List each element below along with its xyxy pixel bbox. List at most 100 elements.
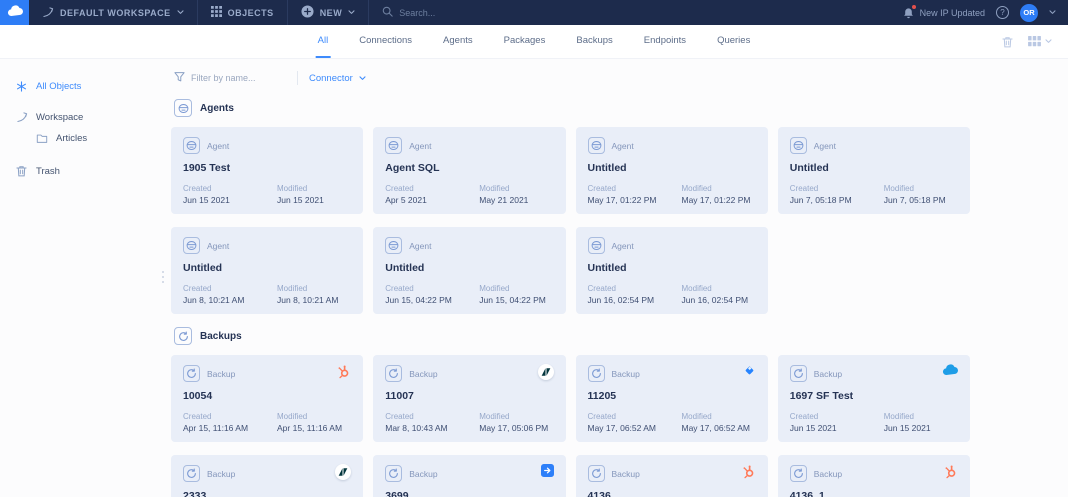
new-menu[interactable]: NEW xyxy=(288,0,369,25)
agent-icon xyxy=(385,137,402,154)
card-dates: CreatedJun 15, 04:22 PMModifiedJun 15, 0… xyxy=(385,284,546,305)
object-tabbar: All Connections Agents Packages Backups Endpo… xyxy=(0,25,1068,59)
card-title: Untitled xyxy=(385,262,553,274)
bell-icon xyxy=(903,7,914,19)
connector-label: Connector xyxy=(309,73,353,84)
card-title: 3699 xyxy=(385,490,553,497)
tab-connections[interactable]: Connections xyxy=(357,25,414,58)
sidebar-item-workspace[interactable]: Workspace xyxy=(0,106,165,128)
object-card[interactable]: AgentUntitledCreatedJun 7, 05:18 PMModif… xyxy=(778,127,970,214)
chevron-down-icon[interactable] xyxy=(1049,10,1056,15)
trash-view-button[interactable] xyxy=(1002,36,1013,48)
tab-packages[interactable]: Packages xyxy=(502,25,548,58)
modified-label: Modified xyxy=(682,284,749,293)
object-card[interactable]: AgentUntitledCreatedJun 16, 02:54 PMModi… xyxy=(576,227,768,314)
object-card[interactable]: Backup11007CreatedMar 8, 10:43 AMModifie… xyxy=(373,355,565,442)
object-card[interactable]: AgentUntitledCreatedMay 17, 01:22 PMModi… xyxy=(576,127,768,214)
card-title: 4136_1 xyxy=(790,490,958,497)
backup-icon xyxy=(790,365,807,382)
modified-value: Apr 15, 11:16 AM xyxy=(277,423,342,433)
created-value: Apr 5 2021 xyxy=(385,195,479,205)
object-card[interactable]: Agent1905 TestCreatedJun 15 2021Modified… xyxy=(171,127,363,214)
trash-icon xyxy=(1002,36,1013,48)
tab-queries[interactable]: Queries xyxy=(715,25,752,58)
asterisk-icon xyxy=(15,81,28,92)
backup-icon xyxy=(183,465,200,482)
card-type-row: Agent xyxy=(790,137,958,154)
card-type-label: Agent xyxy=(814,141,836,151)
modified-label: Modified xyxy=(277,412,342,421)
object-card[interactable]: Backup4136_1CreatedModified xyxy=(778,455,970,497)
section-title: Backups xyxy=(200,331,242,342)
card-type-row: Backup xyxy=(790,365,958,382)
object-card[interactable]: Backup10054CreatedApr 15, 11:16 AMModifi… xyxy=(171,355,363,442)
tab-endpoints[interactable]: Endpoints xyxy=(642,25,688,58)
search-input[interactable] xyxy=(399,8,699,18)
created-label: Created xyxy=(588,412,682,421)
card-title: 4136 xyxy=(588,490,756,497)
trash-icon xyxy=(15,165,28,177)
top-navbar: DEFAULT WORKSPACE OBJECTS NEW xyxy=(0,0,1068,25)
avatar-initials: OR xyxy=(1023,8,1034,17)
workspace-menu[interactable]: DEFAULT WORKSPACE xyxy=(29,0,197,25)
jira-icon xyxy=(743,364,756,377)
card-type-label: Backup xyxy=(207,469,235,479)
card-type-label: Agent xyxy=(612,241,634,251)
sidebar-item-articles[interactable]: Articles xyxy=(0,128,165,149)
backup-icon xyxy=(183,365,200,382)
card-dates: CreatedJun 8, 10:21 AMModifiedJun 8, 10:… xyxy=(183,284,338,305)
card-type-label: Backup xyxy=(207,369,235,379)
backup-icon xyxy=(385,465,402,482)
object-card[interactable]: Backup1697 SF TestCreatedJun 15 2021Modi… xyxy=(778,355,970,442)
object-card[interactable]: AgentAgent SQLCreatedApr 5 2021ModifiedM… xyxy=(373,127,565,214)
object-card[interactable]: AgentUntitledCreatedJun 15, 04:22 PMModi… xyxy=(373,227,565,314)
view-mode-button[interactable] xyxy=(1028,36,1052,47)
sidebar-item-all-objects[interactable]: All Objects xyxy=(0,76,165,97)
sidebar-item-trash[interactable]: Trash xyxy=(0,160,165,182)
app-logo[interactable] xyxy=(0,0,29,25)
object-card[interactable]: Backup4136CreatedModified xyxy=(576,455,768,497)
card-dates: CreatedMar 8, 10:43 AMModifiedMay 17, 05… xyxy=(385,412,548,433)
workspace-icon xyxy=(15,111,28,123)
plus-circle-icon xyxy=(301,5,314,20)
created-label: Created xyxy=(183,412,277,421)
chevron-down-icon xyxy=(348,10,355,15)
object-card[interactable]: Backup3699CreatedModified xyxy=(373,455,565,497)
tab-backups[interactable]: Backups xyxy=(574,25,614,58)
modified-label: Modified xyxy=(479,412,548,421)
card-dates: CreatedMay 17, 06:52 AMModifiedMay 17, 0… xyxy=(588,412,751,433)
sidebar-resize-handle[interactable] xyxy=(162,271,164,283)
card-type-label: Backup xyxy=(612,469,640,479)
tab-all[interactable]: All xyxy=(316,25,331,58)
object-card[interactable]: Backup2333CreatedModified xyxy=(171,455,363,497)
hubspot-icon xyxy=(741,464,756,479)
created-label: Created xyxy=(588,284,682,293)
modified-label: Modified xyxy=(479,284,546,293)
avatar[interactable]: OR xyxy=(1020,4,1038,22)
created-label: Created xyxy=(588,184,682,193)
modified-value: Jun 8, 10:21 AM xyxy=(277,295,338,305)
modified-label: Modified xyxy=(884,412,931,421)
backup-icon xyxy=(790,465,807,482)
object-card[interactable]: AgentUntitledCreatedJun 8, 10:21 AMModif… xyxy=(171,227,363,314)
cloud-logo-icon xyxy=(7,4,23,22)
filter-name-input[interactable] xyxy=(191,73,286,83)
card-type-label: Backup xyxy=(814,469,842,479)
created-value: Jun 7, 05:18 PM xyxy=(790,195,884,205)
sidebar-item-label: Trash xyxy=(36,166,60,177)
objects-menu[interactable]: OBJECTS xyxy=(198,0,287,25)
notifications-button[interactable]: New IP Updated xyxy=(903,7,985,19)
search-icon xyxy=(382,4,393,22)
connector-filter[interactable]: Connector xyxy=(309,73,366,84)
card-dates: CreatedApr 5 2021ModifiedMay 21 2021 xyxy=(385,184,528,205)
created-value: Jun 8, 10:21 AM xyxy=(183,295,277,305)
backup-icon xyxy=(588,365,605,382)
hubspot-icon xyxy=(943,464,958,479)
notification-label: New IP Updated xyxy=(920,8,985,18)
tab-agents[interactable]: Agents xyxy=(441,25,475,58)
sidebar-item-label: Articles xyxy=(56,133,87,144)
object-card[interactable]: Backup11205CreatedMay 17, 06:52 AMModifi… xyxy=(576,355,768,442)
chevron-down-icon xyxy=(1045,39,1052,44)
help-button[interactable]: ? xyxy=(996,6,1009,19)
salesforce-icon xyxy=(942,364,958,376)
